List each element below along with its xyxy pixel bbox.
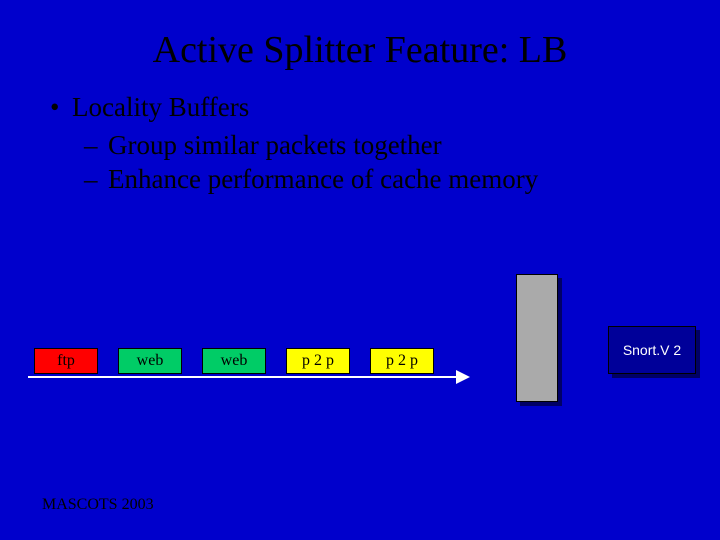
- buffer-block: [516, 274, 558, 402]
- sub-bullet-list: Group similar packets together Enhance p…: [72, 123, 720, 197]
- snort-node: Snort.V 2: [608, 326, 696, 374]
- flow-arrow-head-icon: [456, 370, 470, 384]
- packet-p2p-1: p 2 p: [286, 348, 350, 374]
- sub-bullet-cache-performance: Enhance performance of cache memory: [108, 163, 720, 197]
- packet-ftp: ftp: [34, 348, 98, 374]
- packet-p2p-2: p 2 p: [370, 348, 434, 374]
- packet-web-1: web: [118, 348, 182, 374]
- bullet-list: Locality Buffers Group similar packets t…: [0, 72, 720, 197]
- packet-web-2: web: [202, 348, 266, 374]
- slide-title: Active Splitter Feature: LB: [0, 0, 720, 72]
- flow-arrow-line: [28, 376, 458, 378]
- sub-bullet-group-packets: Group similar packets together: [108, 129, 720, 163]
- bullet-locality-buffers: Locality Buffers: [72, 92, 720, 123]
- footer-conference: MASCOTS 2003: [42, 496, 154, 514]
